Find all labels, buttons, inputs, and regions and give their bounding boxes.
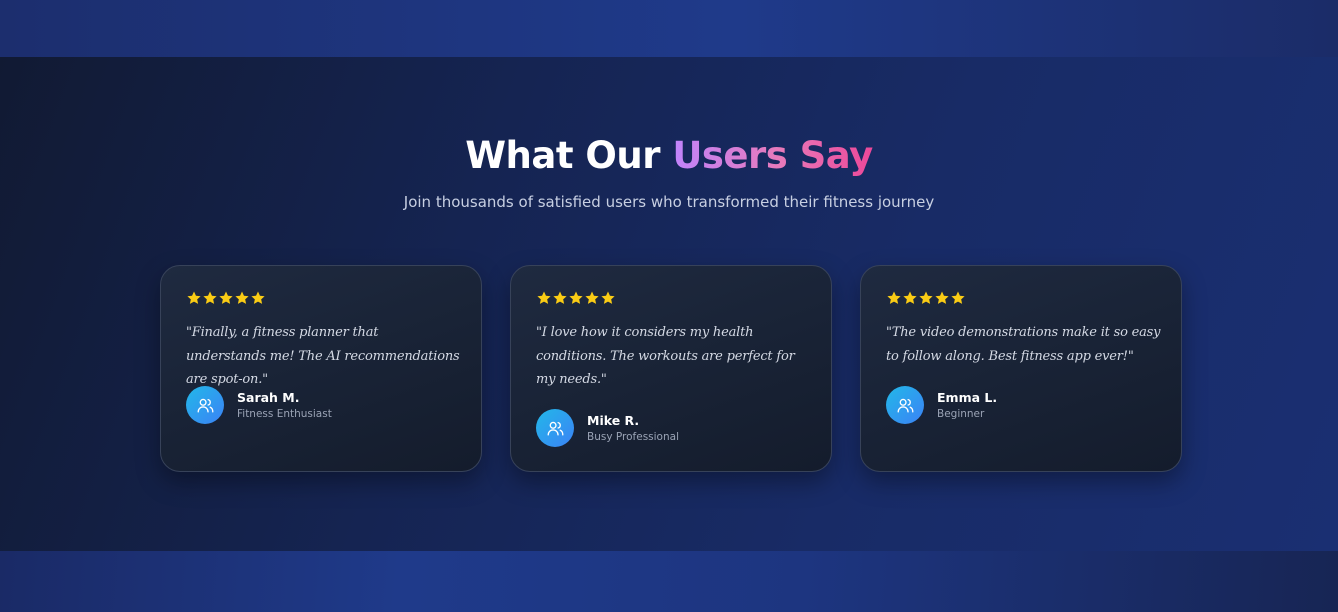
star-icon — [250, 290, 266, 306]
star-rating — [536, 290, 616, 308]
top-band — [0, 0, 1338, 57]
author-role: Busy Professional — [587, 430, 679, 443]
star-rating — [886, 290, 966, 308]
author-name: Emma L. — [937, 389, 998, 405]
star-icon — [918, 290, 934, 306]
testimonial-card: "The video demonstrations make it so eas… — [860, 265, 1182, 472]
star-icon — [202, 290, 218, 306]
users-icon — [196, 396, 215, 415]
heading-accent: Users Say — [672, 134, 873, 177]
star-icon — [584, 290, 600, 306]
users-icon — [896, 396, 915, 415]
testimonial-quote: "I love how it considers my health condi… — [536, 325, 795, 387]
author-name: Mike R. — [587, 412, 640, 428]
star-icon — [934, 290, 950, 306]
star-icon — [186, 290, 202, 306]
avatar — [886, 386, 924, 424]
star-icon — [950, 290, 966, 306]
author-name: Sarah M. — [237, 389, 300, 405]
testimonial-card: "I love how it considers my health condi… — [510, 265, 832, 472]
star-icon — [886, 290, 902, 306]
star-icon — [536, 290, 552, 306]
users-icon — [546, 419, 565, 438]
star-icon — [218, 290, 234, 306]
section-heading: What Our Users Say — [0, 134, 1338, 177]
star-icon — [600, 290, 616, 306]
bottom-band — [0, 551, 1338, 612]
star-rating — [186, 290, 266, 308]
testimonial-author: Emma L. Beginner — [886, 386, 997, 424]
testimonial-quote: "The video demonstrations make it so eas… — [886, 325, 1161, 364]
avatar — [536, 409, 574, 447]
testimonial-quote: "Finally, a fitness planner that underst… — [186, 325, 460, 387]
author-role: Beginner — [937, 407, 985, 420]
avatar — [186, 386, 224, 424]
star-icon — [552, 290, 568, 306]
author-role: Fitness Enthusiast — [237, 407, 332, 420]
testimonial-author: Mike R. Busy Professional — [536, 409, 679, 447]
star-icon — [234, 290, 250, 306]
testimonial-card: "Finally, a fitness planner that underst… — [160, 265, 482, 472]
star-icon — [568, 290, 584, 306]
testimonial-author: Sarah M. Fitness Enthusiast — [186, 386, 332, 424]
heading-prefix: What Our — [465, 134, 673, 177]
star-icon — [902, 290, 918, 306]
section-subheading: Join thousands of satisfied users who tr… — [403, 193, 935, 211]
